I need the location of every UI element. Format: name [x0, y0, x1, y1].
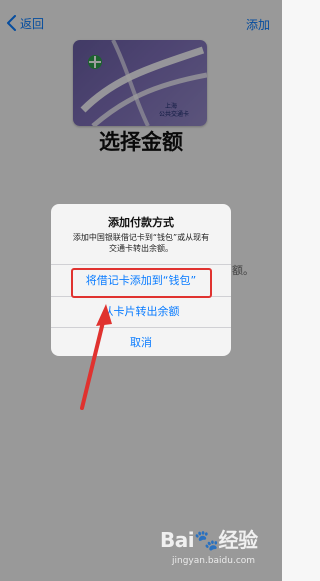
annotation-arrow-icon — [80, 304, 112, 410]
watermark-logo-left: Bai — [160, 528, 195, 552]
paw-icon: 🐾 — [194, 528, 219, 552]
watermark-logo-right: 经验 — [218, 528, 259, 552]
watermark-url: jingyan.baidu.com — [172, 556, 256, 566]
baidu-jingyan-watermark: Bai🐾经验 jingyan.baidu.com — [160, 524, 280, 578]
watermark-logo: Bai🐾经验 — [160, 524, 258, 553]
